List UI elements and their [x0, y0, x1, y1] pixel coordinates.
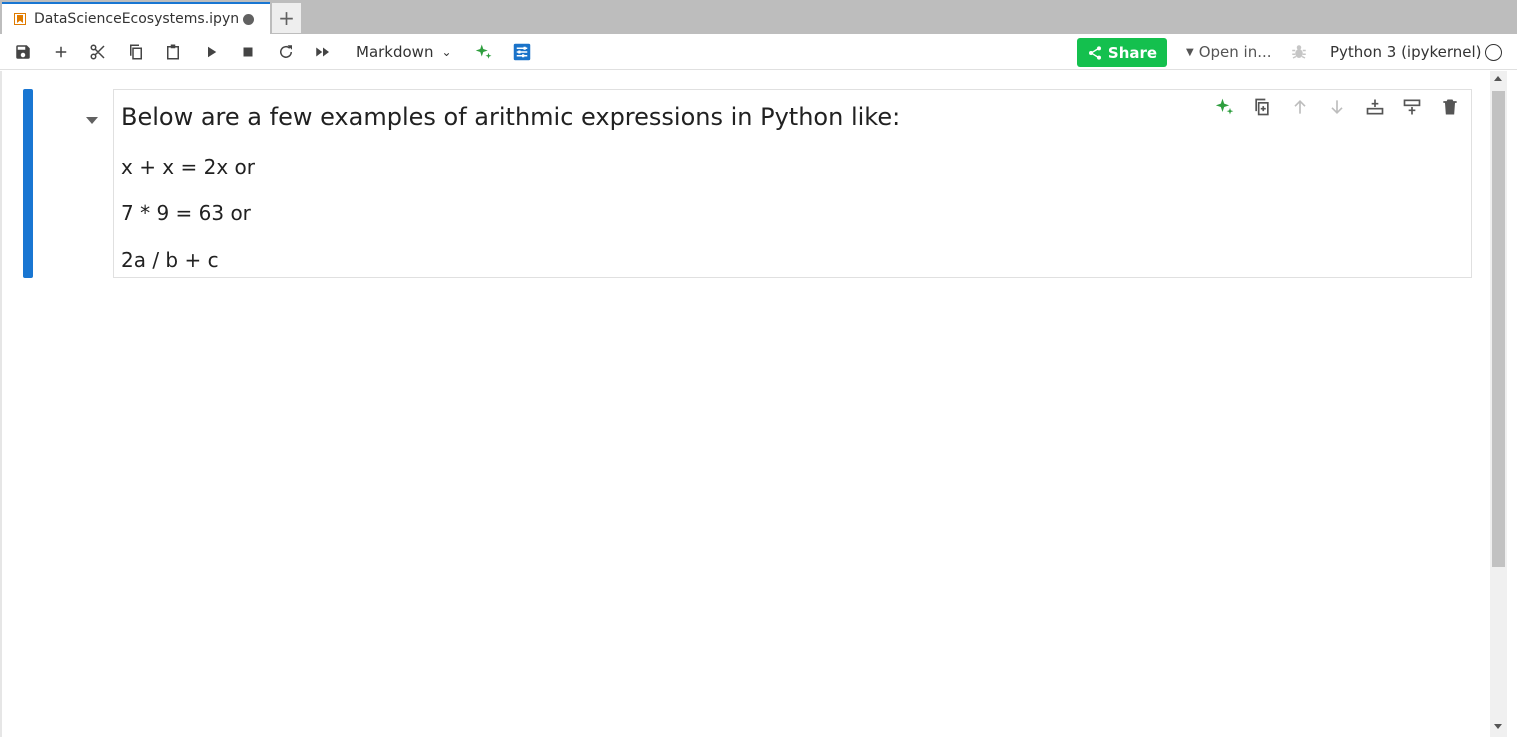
move-down-icon[interactable]	[1326, 96, 1348, 118]
markdown-cell[interactable]: Below are a few examples of arithmic exp…	[113, 89, 1472, 278]
kernel-status-icon	[1485, 44, 1502, 61]
share-icon	[1088, 45, 1101, 60]
kernel-name[interactable]: Python 3 (ipykernel)	[1330, 43, 1482, 61]
tab-bar: DataScienceEcosystems.ipynb +	[0, 0, 1517, 34]
scroll-up-icon[interactable]	[1494, 76, 1502, 81]
add-cell-icon[interactable]	[51, 42, 71, 62]
markdown-heading: Below are a few examples of arithmic exp…	[121, 103, 901, 131]
notebook-toolbar: Markdown ⌄ Share ▼ Open in... Python 3 (…	[0, 34, 1517, 70]
cell-type-select[interactable]: Markdown ⌄	[356, 43, 452, 61]
property-inspector-icon[interactable]	[512, 42, 532, 62]
ai-sparkle-icon[interactable]	[474, 42, 494, 62]
move-up-icon[interactable]	[1289, 96, 1311, 118]
cut-icon[interactable]	[88, 42, 108, 62]
active-cell-indicator[interactable]	[23, 89, 33, 278]
markdown-line: 7 * 9 = 63 or	[121, 201, 251, 225]
notebook-panel: Below are a few examples of arithmic exp…	[0, 71, 1490, 737]
vertical-scrollbar[interactable]	[1490, 71, 1507, 737]
markdown-line: x + x = 2x or	[121, 155, 255, 179]
copy-icon[interactable]	[126, 42, 146, 62]
share-button[interactable]: Share	[1077, 38, 1167, 67]
caret-down-icon: ▼	[1186, 46, 1194, 58]
unsaved-indicator-icon[interactable]	[243, 13, 254, 25]
tab-title: DataScienceEcosystems.ipynb	[34, 11, 240, 27]
insert-above-icon[interactable]	[1364, 96, 1386, 118]
run-icon[interactable]	[201, 42, 221, 62]
scroll-down-icon[interactable]	[1494, 724, 1502, 729]
stop-icon[interactable]	[238, 42, 258, 62]
open-in-label: Open in...	[1198, 43, 1272, 61]
ai-sparkle-icon[interactable]	[1214, 96, 1236, 118]
insert-below-icon[interactable]	[1401, 96, 1423, 118]
cell-type-value: Markdown	[356, 43, 434, 61]
restart-icon[interactable]	[276, 42, 296, 62]
share-label: Share	[1107, 43, 1158, 62]
collapse-caret-icon[interactable]	[86, 117, 98, 124]
chevron-down-icon: ⌄	[441, 45, 452, 59]
scroll-thumb[interactable]	[1492, 91, 1505, 567]
new-tab-button[interactable]: +	[272, 3, 301, 33]
paste-icon[interactable]	[163, 42, 183, 62]
notebook-icon	[14, 13, 26, 25]
open-in-menu[interactable]: ▼ Open in...	[1186, 43, 1272, 61]
save-icon[interactable]	[13, 42, 33, 62]
delete-cell-icon[interactable]	[1439, 96, 1461, 118]
notebook-tab[interactable]: DataScienceEcosystems.ipynb	[2, 2, 270, 34]
run-all-icon[interactable]	[313, 42, 333, 62]
duplicate-cell-icon[interactable]	[1251, 96, 1273, 118]
markdown-line: 2a / b + c	[121, 248, 219, 272]
debugger-icon[interactable]	[1290, 43, 1308, 61]
